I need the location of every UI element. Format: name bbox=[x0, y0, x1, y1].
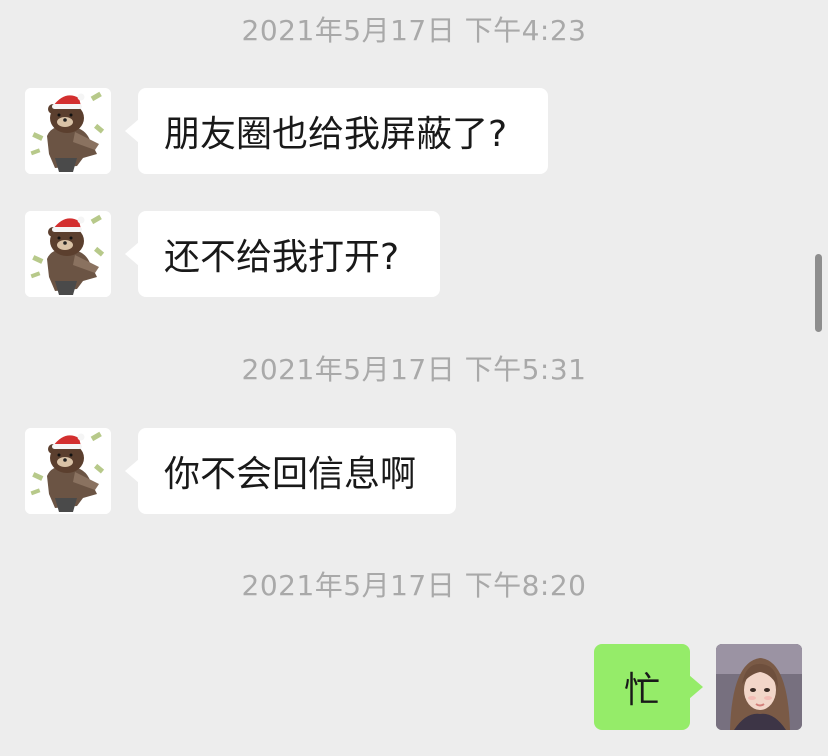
message-text: 还不给我打开? bbox=[164, 237, 400, 278]
message-text: 你不会回信息啊 bbox=[164, 454, 417, 495]
contact-avatar[interactable] bbox=[25, 428, 111, 514]
timestamp: 2021年5月17日 下午4:23 bbox=[241, 14, 587, 47]
outgoing-message-bubble[interactable]: 忙 bbox=[594, 644, 703, 730]
girl-portrait-avatar-icon bbox=[716, 644, 802, 730]
contact-avatar[interactable] bbox=[25, 88, 111, 174]
self-avatar[interactable] bbox=[716, 644, 802, 730]
brown-bear-avatar-icon bbox=[25, 211, 111, 297]
incoming-message-bubble[interactable]: 朋友圈也给我屏蔽了? bbox=[125, 88, 548, 174]
brown-bear-avatar-icon bbox=[25, 428, 111, 514]
timestamp: 2021年5月17日 下午5:31 bbox=[241, 353, 587, 386]
incoming-message-bubble[interactable]: 还不给我打开? bbox=[125, 211, 440, 297]
scrollbar[interactable] bbox=[815, 254, 822, 332]
message-text: 忙 bbox=[623, 670, 660, 711]
incoming-message-bubble[interactable]: 你不会回信息啊 bbox=[125, 428, 456, 514]
timestamp: 2021年5月17日 下午8:20 bbox=[241, 569, 587, 602]
contact-avatar[interactable] bbox=[25, 211, 111, 297]
brown-bear-avatar-icon bbox=[25, 88, 111, 174]
message-text: 朋友圈也给我屏蔽了? bbox=[164, 114, 508, 155]
